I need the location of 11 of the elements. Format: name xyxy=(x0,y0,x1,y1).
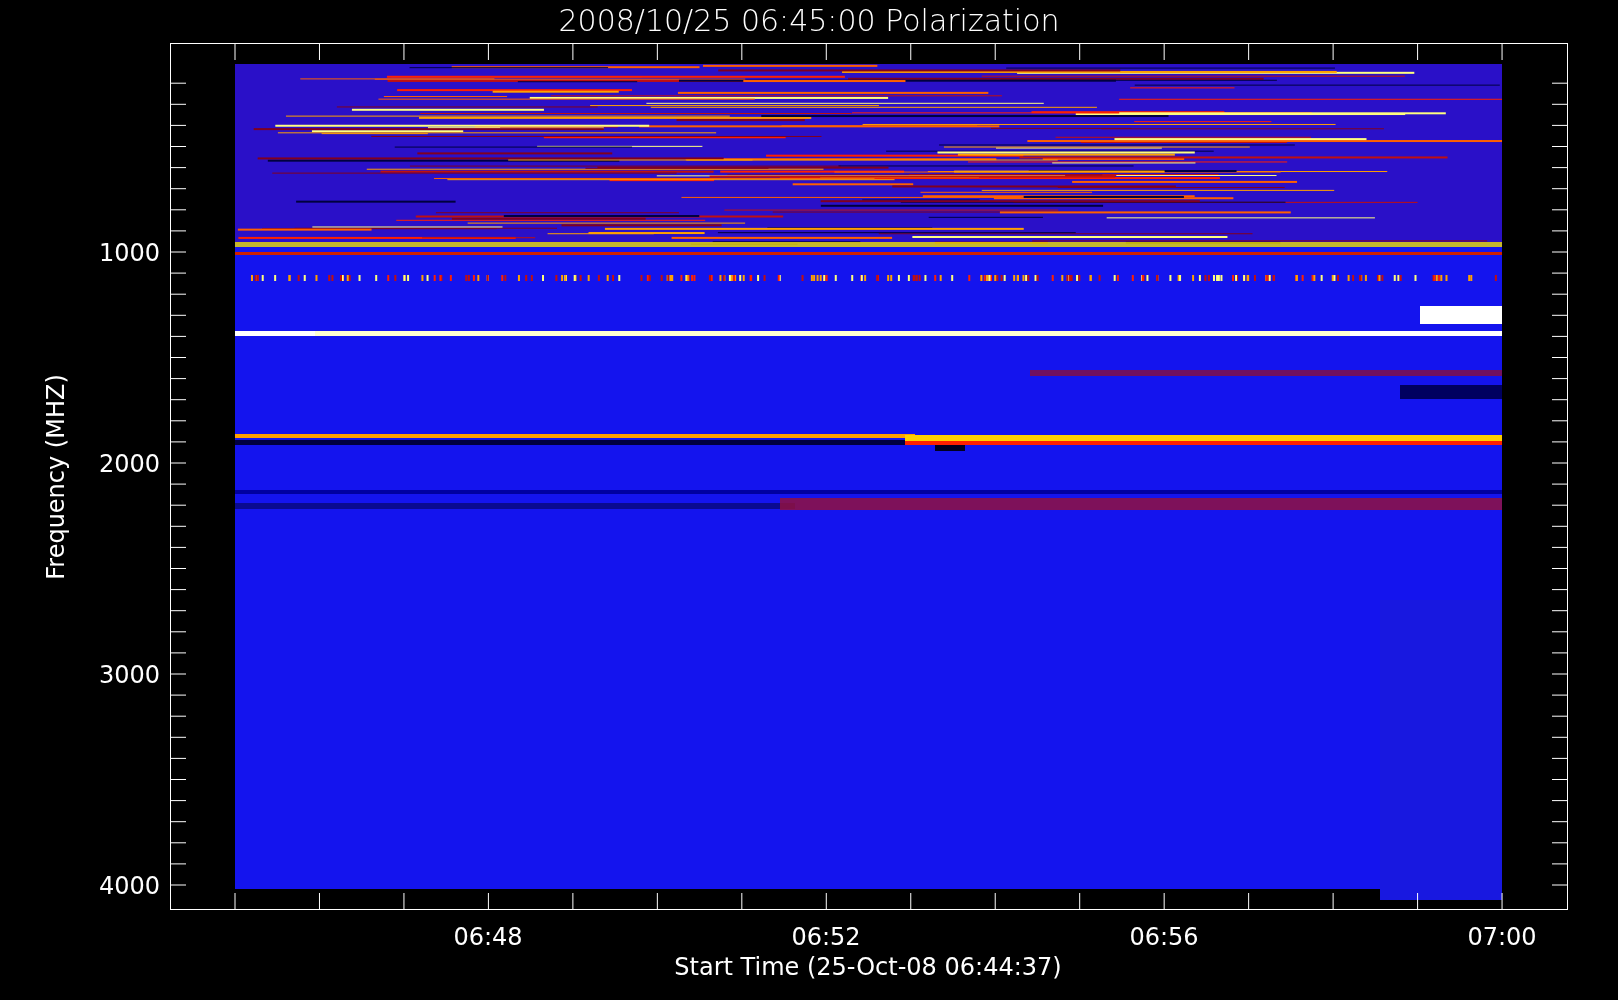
x-tick-label: 06:56 xyxy=(1129,923,1199,951)
x-tick-label: 06:52 xyxy=(791,923,861,951)
y-tick-label: 2000 xyxy=(98,450,160,478)
y-tick-label: 3000 xyxy=(98,661,160,689)
x-tick-label: 06:48 xyxy=(453,923,523,951)
y-tick-label: 4000 xyxy=(98,872,160,900)
y-axis-label: Frequency (MHZ) xyxy=(42,374,70,580)
plot-title: 2008/10/25 06:45:00 Polarization xyxy=(558,3,1060,38)
x-axis-label: Start Time (25-Oct-08 06:44:37) xyxy=(674,953,1062,981)
y-tick-label: 1000 xyxy=(98,239,160,267)
x-tick-label: 07:00 xyxy=(1467,923,1537,951)
